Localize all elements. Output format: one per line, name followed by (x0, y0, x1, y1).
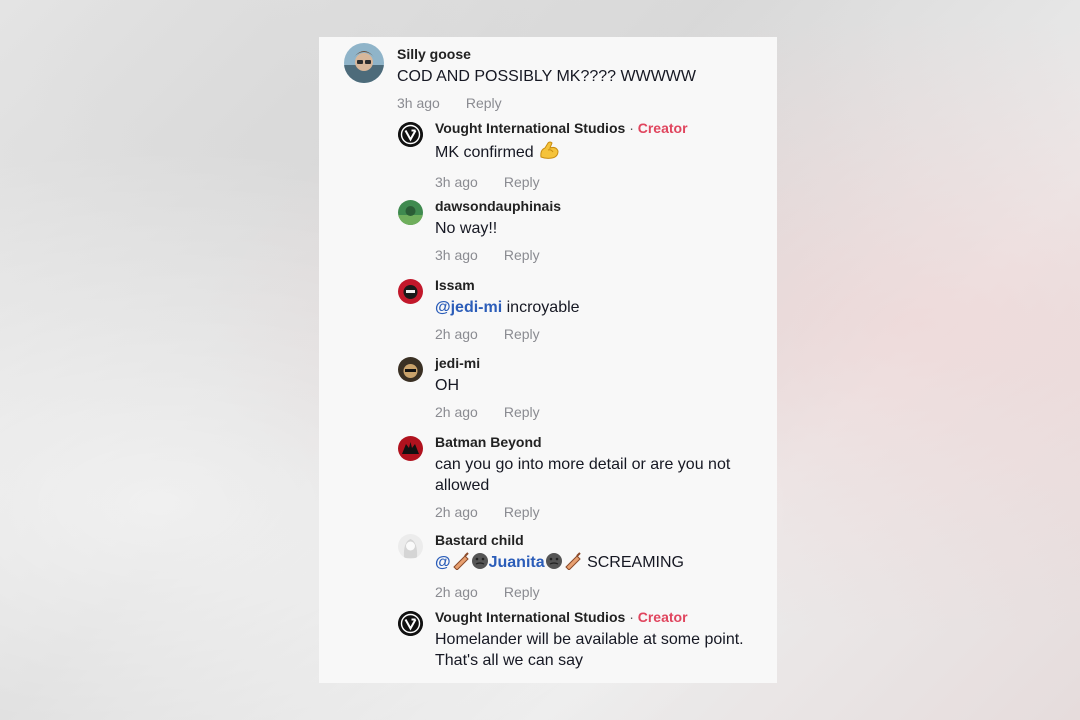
reply-text-content: MK confirmed (435, 144, 534, 161)
avatar[interactable] (398, 279, 423, 304)
separator-dot: · (629, 609, 634, 625)
comments-panel: Silly goose COD AND POSSIBLY MK???? WWWW… (319, 37, 777, 683)
creator-badge: Creator (637, 609, 688, 625)
reply-button[interactable]: Reply (504, 404, 540, 420)
reply-button[interactable]: Reply (504, 504, 540, 520)
reply-author[interactable]: Vought International Studios · Creator (435, 608, 777, 626)
reply-timestamp: 2h ago (435, 504, 478, 520)
reply-author[interactable]: jedi-mi (435, 354, 777, 372)
reply-author[interactable]: Bastard child (435, 531, 777, 549)
reply-text: @jedi-mi incroyable (435, 297, 777, 318)
reply-author[interactable]: Issam (435, 276, 777, 294)
syringe-icon (451, 552, 471, 576)
reply-author[interactable]: Batman Beyond (435, 433, 777, 451)
reply-author[interactable]: Vought International Studios · Creator (435, 119, 777, 137)
comment-text: COD AND POSSIBLY MK???? WWWWW (397, 68, 697, 85)
author-name[interactable]: Vought International Studios (435, 609, 625, 625)
avatar[interactable] (398, 534, 423, 559)
reply-timestamp: 3h ago (435, 174, 478, 190)
reply-button[interactable]: Reply (504, 584, 540, 600)
avatar[interactable] (398, 200, 423, 225)
reply-timestamp: 3h ago (435, 247, 478, 263)
avatar[interactable] (344, 43, 384, 83)
reply-text-content: incroyable (502, 299, 580, 316)
reply-text-content: SCREAMING (582, 554, 684, 571)
reply-text: OH (435, 377, 459, 394)
comment-author[interactable]: Silly goose (397, 45, 737, 63)
face-icon (471, 552, 489, 576)
reply-text: @ Juanita SCREAMING (435, 552, 777, 576)
mention-link[interactable]: @ Juanita (435, 552, 545, 571)
reply-text: Homelander will be available at some poi… (435, 631, 744, 669)
avatar[interactable] (398, 436, 423, 461)
avatar[interactable] (398, 357, 423, 382)
mention-link[interactable]: @jedi-mi (435, 299, 502, 316)
reply-button[interactable]: Reply (504, 247, 540, 263)
reply-button[interactable]: Reply (466, 95, 502, 111)
mention-name: Juanita (488, 554, 545, 571)
flexed-biceps-icon (538, 140, 560, 166)
vought-logo-avatar[interactable] (398, 122, 423, 147)
creator-badge: Creator (637, 120, 688, 136)
reply-timestamp: 2h ago (435, 326, 478, 342)
reply-button[interactable]: Reply (504, 326, 540, 342)
author-name[interactable]: Vought International Studios (435, 120, 625, 136)
reply-text: can you go into more detail or are you n… (435, 456, 731, 494)
mention-at: @ (435, 554, 451, 571)
syringe-icon (563, 552, 583, 576)
reply-text: No way!! (435, 220, 498, 237)
vought-logo-avatar[interactable] (398, 611, 423, 636)
reply-text: MK confirmed (435, 140, 777, 166)
face-icon (545, 552, 563, 576)
reply-timestamp: 2h ago (435, 404, 478, 420)
reply-timestamp: 2h ago (435, 584, 478, 600)
reply-author[interactable]: dawsondauphinais (435, 197, 777, 215)
reply-button[interactable]: Reply (504, 174, 540, 190)
comment-timestamp: 3h ago (397, 95, 440, 111)
separator-dot: · (629, 120, 634, 136)
